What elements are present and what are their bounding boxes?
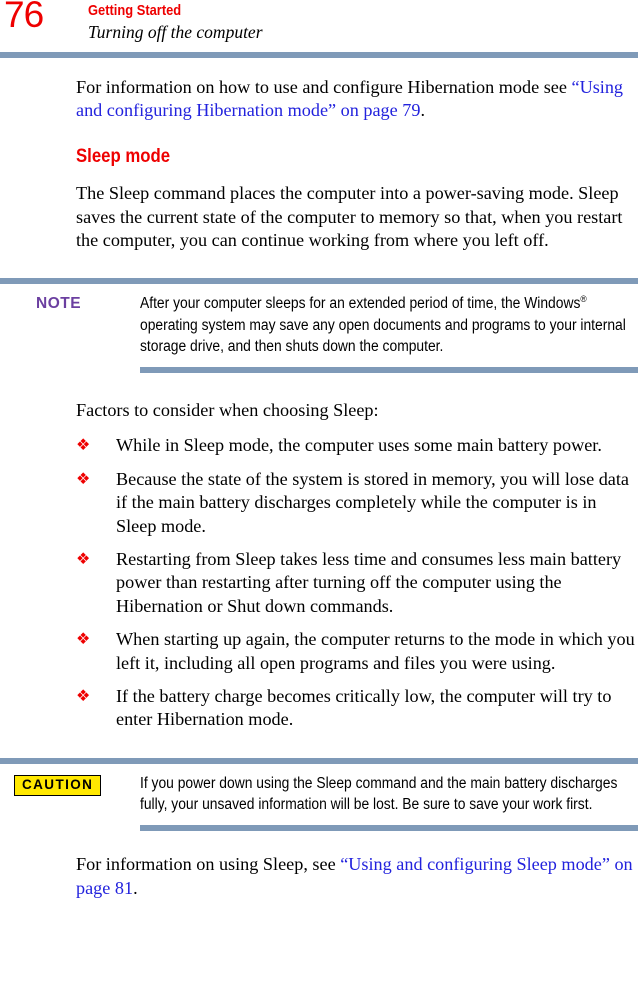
note-text-part-one: After your computer sleeps for an extend… [140, 295, 581, 313]
list-item: ❖ Restarting from Sleep takes less time … [76, 548, 638, 618]
note-body: After your computer sleeps for an extend… [140, 293, 638, 357]
page-number: 76 [4, 0, 44, 35]
closing-paragraph-lead: For information on using Sleep, see [76, 854, 341, 875]
diamond-bullet-icon: ❖ [76, 686, 91, 705]
diamond-bullet-icon: ❖ [76, 435, 91, 455]
diamond-bullet-icon: ❖ [76, 549, 91, 569]
caution-label: CAUTION [14, 774, 102, 796]
list-item-text: Restarting from Sleep takes less time an… [116, 549, 622, 616]
note-label-column: NOTE [0, 293, 140, 313]
intro-paragraph: For information on how to use and config… [76, 76, 638, 123]
note-callout: NOTE After your computer sleeps for an e… [0, 284, 638, 367]
header-titles: Getting Started Turning off the computer [88, 1, 263, 44]
intro-paragraph-lead: For information on how to use and config… [76, 77, 572, 97]
factors-section: Factors to consider when choosing Sleep:… [76, 399, 638, 732]
list-item-text: While in Sleep mode, the computer uses s… [116, 435, 602, 456]
factors-bullet-list: ❖ While in Sleep mode, the computer uses… [76, 434, 638, 731]
closing-paragraph-tail: . [133, 877, 138, 898]
caution-callout: CAUTION If you power down using the Slee… [0, 764, 638, 826]
note-text: After your computer sleeps for an extend… [140, 293, 631, 357]
list-item: ❖ Because the state of the system is sto… [76, 468, 638, 538]
list-item-text: When starting up again, the computer ret… [116, 629, 635, 673]
caution-label-column: CAUTION [0, 773, 140, 796]
list-item-text: If the battery charge becomes critically… [116, 686, 612, 730]
body-column: For information on how to use and config… [76, 76, 638, 252]
registered-trademark-icon: ® [580, 294, 587, 306]
closing-section: For information on using Sleep, see “Usi… [76, 853, 638, 900]
diamond-bullet-icon: ❖ [76, 629, 91, 649]
page-header: 76 Getting Started Turning off the compu… [0, 0, 638, 52]
caution-body: If you power down using the Sleep comman… [140, 773, 638, 816]
sleep-mode-paragraph: The Sleep command places the computer in… [76, 183, 623, 250]
factors-lead-in: Factors to consider when choosing Sleep: [76, 400, 379, 421]
note-text-part-two: operating system may save any open docum… [140, 316, 626, 355]
list-item: ❖ When starting up again, the computer r… [76, 628, 638, 675]
list-item-text: Because the state of the system is store… [116, 468, 630, 536]
intro-paragraph-tail: . [420, 100, 425, 121]
closing-paragraph: For information on using Sleep, see “Usi… [76, 853, 638, 900]
header-chapter-title: Getting Started [88, 2, 182, 19]
header-section-title: Turning off the computer [88, 22, 263, 43]
caution-text: If you power down using the Sleep comman… [140, 774, 618, 814]
list-item: ❖ If the battery charge becomes critical… [76, 685, 638, 732]
heading-sleep-mode: Sleep mode [76, 144, 171, 167]
diamond-bullet-icon: ❖ [76, 468, 91, 488]
list-item: ❖ While in Sleep mode, the computer uses… [76, 434, 638, 457]
note-label: NOTE [36, 295, 82, 313]
